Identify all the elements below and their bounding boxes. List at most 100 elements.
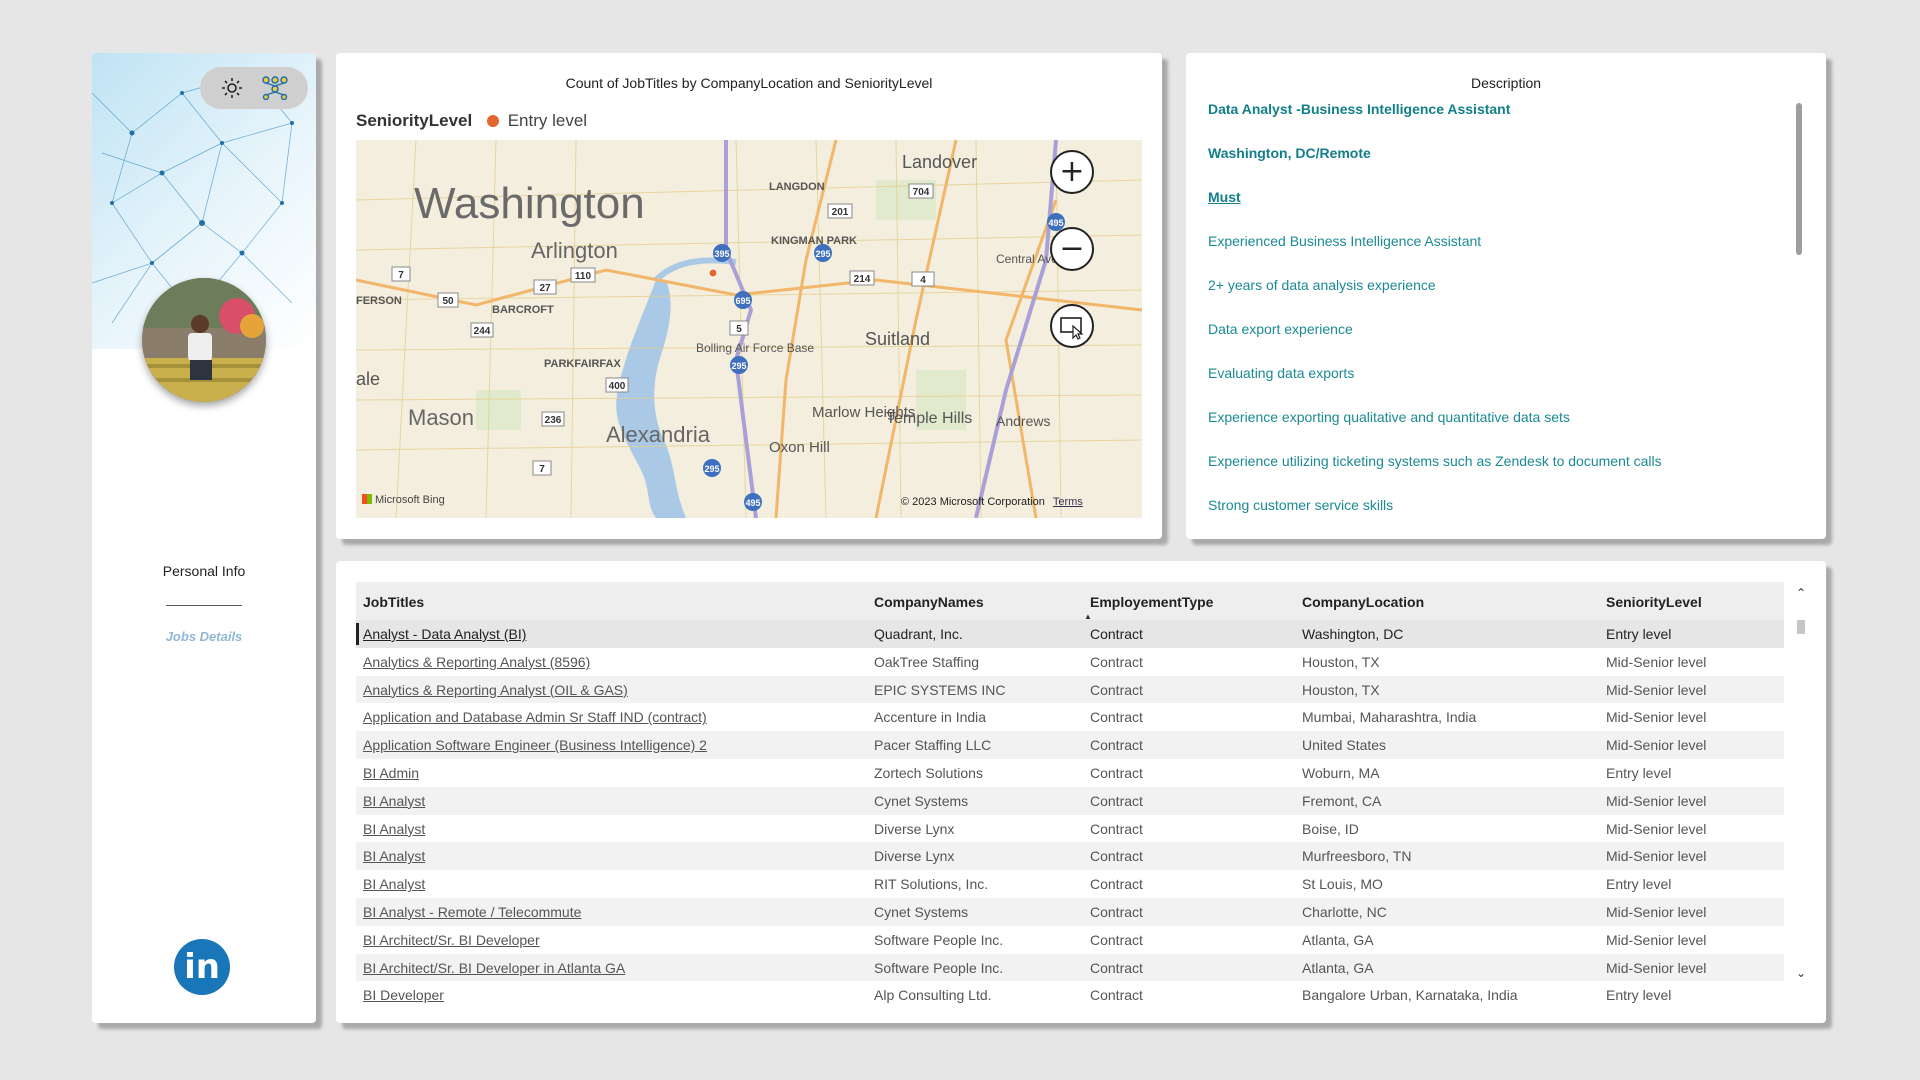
map-select-button[interactable]: [1050, 304, 1094, 348]
cell-jobtitle[interactable]: Application Software Engineer (Business …: [363, 737, 707, 753]
table-row[interactable]: Application Software Engineer (Business …: [356, 731, 1784, 759]
cell-companylocation: Fremont, CA: [1302, 792, 1382, 809]
table-row[interactable]: BI Analyst - Remote / Telecommute Cynet S…: [356, 897, 1784, 926]
table-header: JobTitles CompanyNames EmployementType ▲…: [356, 582, 1784, 621]
svg-text:Mason: Mason: [408, 405, 474, 430]
profile-photo: [142, 278, 266, 402]
cell-companylocation: Boise, ID: [1302, 820, 1359, 837]
table-row[interactable]: BI Admin Zortech Solutions Contract Woburn,…: [356, 759, 1784, 787]
cell-companyname: Software People Inc.: [874, 959, 1004, 976]
cell-jobtitle[interactable]: BI Analyst: [363, 821, 425, 837]
svg-text:201: 201: [832, 207, 849, 218]
cell-companylocation: Houston, TX: [1302, 681, 1380, 698]
table-body: Analyst - Data Analyst (BI) Quadrant, Inc…: [356, 620, 1784, 1009]
cell-companylocation: Houston, TX: [1302, 653, 1380, 670]
cell-companylocation: United States: [1302, 737, 1387, 754]
cell-senioritylevel: Mid-Senior level: [1606, 792, 1707, 809]
cell-companyname: Pacer Staffing LLC: [874, 737, 992, 754]
table-row[interactable]: BI Developer Alp Consulting Ltd. Contract B…: [356, 981, 1784, 1009]
cell-jobtitle[interactable]: BI Analyst: [363, 876, 425, 892]
table-row[interactable]: Application and Database Admin Sr Staff …: [356, 703, 1784, 731]
table-row[interactable]: BI Analyst RIT Solutions, Inc. Contract St …: [356, 870, 1784, 898]
header-senioritylevel[interactable]: SeniorityLevel: [1606, 594, 1702, 610]
svg-text:495: 495: [745, 498, 760, 508]
jobs-table-card: JobTitles CompanyNames EmployementType ▲…: [336, 561, 1826, 1023]
table-row[interactable]: Analytics & Reporting Analyst (OIL & GAS…: [356, 675, 1784, 704]
cell-companylocation: Mumbai, Maharashtra, India: [1302, 709, 1477, 726]
table-row[interactable]: BI Architect/Sr. BI Developer in Atlanta…: [356, 953, 1784, 982]
header-companylocation[interactable]: CompanyLocation: [1302, 594, 1424, 610]
cell-senioritylevel: Entry level: [1606, 987, 1672, 1004]
scroll-thumb[interactable]: [1797, 620, 1805, 634]
table-row[interactable]: BI Analyst Cynet Systems Contract Fremont, …: [356, 786, 1784, 815]
table-row[interactable]: BI Analyst Diverse Lynx Contract Boise, ID M…: [356, 815, 1784, 843]
cell-companylocation: Atlanta, GA: [1302, 931, 1374, 948]
description-line: Data export experience: [1208, 321, 1353, 337]
svg-text:400: 400: [609, 381, 626, 392]
svg-text:5: 5: [736, 324, 742, 335]
cell-companyname: OakTree Staffing: [874, 653, 980, 670]
legend-item[interactable]: Entry level: [508, 111, 587, 130]
theme-toggle[interactable]: [200, 67, 308, 109]
sidebar-panel: Personal Info Jobs Details in: [92, 53, 316, 1023]
table-row[interactable]: Analytics & Reporting Analyst (8596) OakT…: [356, 648, 1784, 676]
svg-text:704: 704: [913, 187, 930, 198]
header-employementtype[interactable]: EmployementType: [1090, 594, 1213, 610]
scroll-up-icon[interactable]: ⌃: [1796, 586, 1806, 600]
zoom-out-button[interactable]: −: [1050, 227, 1094, 271]
svg-text:FERSON: FERSON: [356, 295, 402, 307]
svg-text:27: 27: [539, 283, 551, 294]
svg-text:295: 295: [704, 464, 719, 474]
svg-text:Andrews: Andrews: [996, 413, 1050, 429]
svg-text:Temple Hills: Temple Hills: [886, 410, 972, 427]
svg-text:Alexandria: Alexandria: [606, 422, 711, 447]
cell-employementtype: Contract: [1090, 709, 1143, 726]
zoom-in-button[interactable]: +: [1050, 150, 1094, 194]
map-title: Count of JobTitles by CompanyLocation an…: [565, 75, 933, 91]
scroll-down-icon[interactable]: ⌄: [1796, 966, 1806, 980]
cell-jobtitle[interactable]: Analytics & Reporting Analyst (8596): [363, 654, 590, 670]
map-data-point[interactable]: [708, 268, 718, 278]
svg-text:7: 7: [539, 464, 545, 475]
svg-text:Washington: Washington: [414, 179, 645, 228]
description-list[interactable]: Data Analyst -Business Intelligence Assi…: [1208, 101, 1798, 541]
nav-personal-info[interactable]: Personal Info: [92, 563, 316, 579]
cell-jobtitle[interactable]: BI Analyst: [363, 793, 425, 809]
cell-jobtitle[interactable]: Application and Database Admin Sr Staff …: [363, 709, 707, 725]
map-canvas[interactable]: Washington Arlington Landover LANGDON KI…: [356, 140, 1142, 518]
description-scrollbar[interactable]: [1796, 103, 1802, 255]
cell-senioritylevel: Mid-Senior level: [1606, 737, 1707, 754]
svg-text:495: 495: [1048, 218, 1063, 228]
nav-jobs-details[interactable]: Jobs Details: [92, 629, 316, 644]
map-credit: © 2023 Microsoft Corporation Terms: [901, 496, 1083, 508]
cell-companyname: Software People Inc.: [874, 931, 1004, 948]
svg-text:695: 695: [735, 296, 750, 306]
cell-employementtype: Contract: [1090, 792, 1143, 809]
table-row[interactable]: Analyst - Data Analyst (BI) Quadrant, Inc…: [356, 620, 1784, 648]
cell-companyname: EPIC SYSTEMS INC: [874, 681, 1006, 698]
cell-jobtitle[interactable]: BI Analyst - Remote / Telecommute: [363, 904, 581, 920]
cell-jobtitle[interactable]: BI Analyst: [363, 848, 425, 864]
cell-jobtitle[interactable]: Analytics & Reporting Analyst (OIL & GAS…: [363, 682, 628, 698]
cell-jobtitle[interactable]: BI Admin: [363, 765, 419, 781]
table-row[interactable]: BI Analyst Diverse Lynx Contract Murfreesbo…: [356, 842, 1784, 871]
linkedin-icon[interactable]: in: [174, 939, 230, 995]
cell-jobtitle[interactable]: BI Architect/Sr. BI Developer: [363, 932, 540, 948]
cell-jobtitle[interactable]: BI Developer: [363, 987, 444, 1003]
table-row[interactable]: BI Architect/Sr. BI Developer Software Pe…: [356, 926, 1784, 954]
cell-employementtype: Contract: [1090, 848, 1143, 865]
cell-companylocation: Washington, DC: [1302, 626, 1404, 642]
cell-companyname: Accenture in India: [874, 709, 987, 726]
cell-jobtitle[interactable]: Analyst - Data Analyst (BI): [363, 626, 526, 642]
cell-jobtitle[interactable]: BI Architect/Sr. BI Developer in Atlanta…: [363, 960, 625, 976]
cell-senioritylevel: Entry level: [1606, 626, 1672, 642]
terms-link[interactable]: Terms: [1053, 496, 1083, 508]
header-jobtitles[interactable]: JobTitles: [363, 594, 424, 610]
header-companynames[interactable]: CompanyNames: [874, 594, 984, 610]
cell-companylocation: Woburn, MA: [1302, 764, 1380, 781]
sun-icon[interactable]: [220, 76, 244, 100]
network-icon[interactable]: [262, 76, 288, 100]
cell-employementtype: Contract: [1090, 903, 1143, 920]
select-icon: [1060, 317, 1084, 340]
table-scrollbar[interactable]: ⌃ ⌄: [1794, 582, 1808, 1002]
